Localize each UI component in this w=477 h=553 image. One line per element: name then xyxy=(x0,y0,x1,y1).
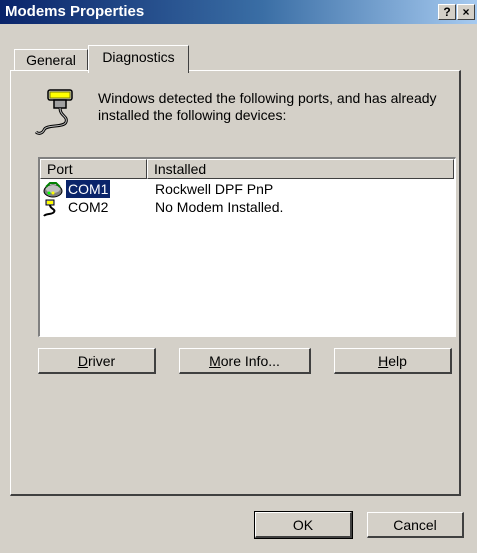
port-cell: COM1 xyxy=(66,180,111,198)
ok-button[interactable]: OK xyxy=(254,511,353,539)
list-item[interactable]: COM1 Rockwell DPF PnP xyxy=(40,180,452,198)
tab-general[interactable]: General xyxy=(14,49,88,71)
column-header-installed[interactable]: Installed xyxy=(147,159,454,179)
cancel-button[interactable]: Cancel xyxy=(367,512,464,538)
ports-list-view[interactable]: Port Installed COM1 Rockwell DPF PnP COM… xyxy=(38,157,456,337)
installed-cell: No Modem Installed. xyxy=(155,199,284,215)
tab-diagnostics[interactable]: Diagnostics xyxy=(88,45,189,73)
title-bar[interactable]: Modems Properties ? × xyxy=(0,0,477,24)
list-item[interactable]: COM2 No Modem Installed. xyxy=(40,198,452,217)
diagnostics-description: Windows detected the following ports, an… xyxy=(98,90,437,123)
more-info-button[interactable]: More Info... xyxy=(179,348,311,374)
modems-properties-dialog: Modems Properties ? × General Diagnostic… xyxy=(0,0,477,553)
column-header-port[interactable]: Port xyxy=(40,159,147,179)
port-cell: COM2 xyxy=(68,199,109,215)
window-title: Modems Properties xyxy=(5,3,145,20)
help-button[interactable]: Help xyxy=(334,348,452,374)
driver-button[interactable]: Driver xyxy=(38,348,156,374)
serial-port-cable-icon xyxy=(34,89,73,135)
serial-port-icon xyxy=(43,199,56,217)
close-icon[interactable]: × xyxy=(457,4,475,20)
help-title-button[interactable]: ? xyxy=(438,4,456,20)
modem-icon xyxy=(43,182,63,198)
installed-cell: Rockwell DPF PnP xyxy=(155,181,274,197)
